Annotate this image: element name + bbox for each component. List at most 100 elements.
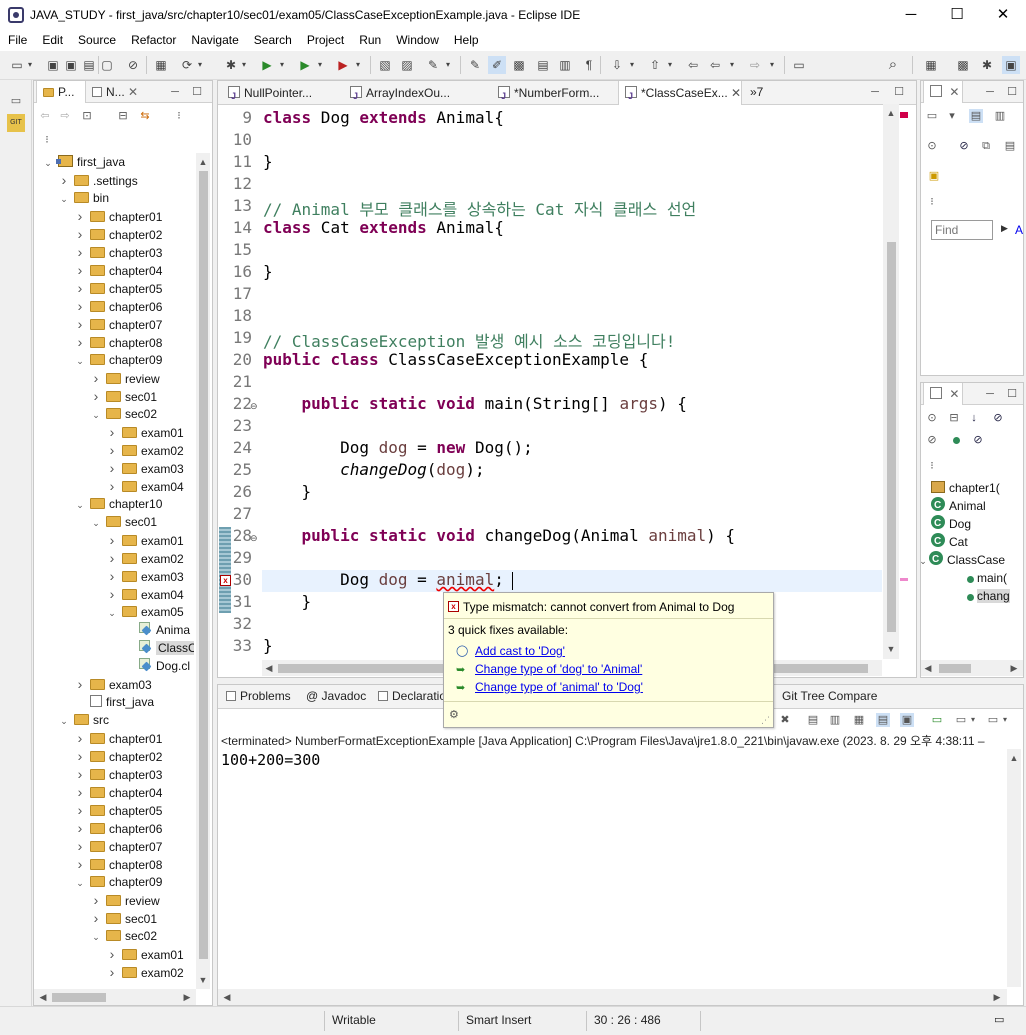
editor-tab[interactable]: NullPointer... xyxy=(222,81,342,108)
tree-vscroll[interactable]: ▲ ▼ xyxy=(196,153,210,989)
tree-item[interactable]: › chapter08 xyxy=(74,855,163,873)
tree-item[interactable]: › chapter04 xyxy=(74,783,163,801)
open-type-icon[interactable]: ▧ xyxy=(376,56,394,74)
git-icon[interactable]: GIT xyxy=(7,114,25,132)
chevron-right-icon[interactable]: › xyxy=(74,297,86,315)
tab-package-explorer[interactable]: P... xyxy=(36,81,86,103)
new-dropdown-icon[interactable]: ▾ xyxy=(28,56,36,74)
tree-item[interactable]: › exam01 xyxy=(106,531,184,549)
tree-item[interactable]: ⌄ chapter09 xyxy=(74,351,162,369)
up-icon[interactable]: ⊡ xyxy=(80,109,94,123)
close-tab-icon[interactable]: ✕ xyxy=(728,86,741,100)
chevron-right-icon[interactable]: › xyxy=(106,567,118,585)
tab-navigator[interactable]: N... ✕ xyxy=(86,81,142,103)
tab-problems[interactable]: Problems xyxy=(220,685,300,707)
minimize-button[interactable]: ─ xyxy=(888,0,934,30)
editor-tab[interactable]: ArrayIndexOu... xyxy=(344,81,490,108)
chevron-right-icon[interactable]: › xyxy=(74,675,86,693)
coverage-icon[interactable]: ▶ xyxy=(296,56,314,74)
tree-item[interactable]: › chapter05 xyxy=(74,279,163,297)
search-icon[interactable]: ⌕ xyxy=(884,56,902,74)
tree-item[interactable]: ⌄ sec01 xyxy=(90,513,157,531)
outline-item[interactable]: main( xyxy=(963,569,1007,587)
tree-item[interactable]: › exam03 xyxy=(106,459,184,477)
chevron-right-icon[interactable]: › xyxy=(74,747,86,765)
new-task-icon[interactable]: ▭ xyxy=(925,109,939,123)
tree-item[interactable]: ⌄ sec02 xyxy=(90,927,157,945)
chevron-down-icon[interactable]: ⌄ xyxy=(106,604,118,622)
menu-search[interactable]: Search xyxy=(246,30,299,47)
menu-help[interactable]: Help xyxy=(446,30,486,47)
chevron-right-icon[interactable]: › xyxy=(74,261,86,279)
sync-icon[interactable]: ⊙ xyxy=(925,139,939,153)
categorize-icon[interactable]: ▥ xyxy=(993,109,1007,123)
editor-vscroll[interactable]: ▲ ▼ xyxy=(883,104,899,659)
tree-item[interactable]: ⌄ first_java xyxy=(42,153,125,171)
tree-item[interactable]: › sec01 xyxy=(90,909,157,927)
tree-item[interactable]: › chapter08 xyxy=(74,333,163,351)
chevron-right-icon[interactable]: › xyxy=(74,207,86,225)
chevron-down-icon[interactable]: ⌄ xyxy=(90,514,102,532)
code-line[interactable]: changeDog(dog); xyxy=(263,460,485,479)
restore-icon[interactable]: ▭ xyxy=(9,94,23,108)
link-editor-icon[interactable]: ⇆ xyxy=(138,109,152,123)
chevron-down-icon[interactable]: ⌄ xyxy=(58,712,70,730)
status-insert-mode[interactable]: Smart Insert xyxy=(466,1007,531,1035)
collapse-outline-icon[interactable]: ⊟ xyxy=(947,411,961,425)
maximize-panel-icon[interactable]: ☐ xyxy=(190,85,204,99)
build-icon[interactable]: ▦ xyxy=(152,56,170,74)
outline-item[interactable]: Cat xyxy=(931,533,968,551)
tree-item[interactable]: › chapter01 xyxy=(74,207,163,225)
overview-error-marker[interactable] xyxy=(900,112,908,118)
chevron-right-icon[interactable]: › xyxy=(74,279,86,297)
tree-item[interactable]: ⌄ exam05 xyxy=(106,603,183,622)
chevron-right-icon[interactable]: › xyxy=(106,531,118,549)
external-tools-icon[interactable]: ▶ xyxy=(334,56,352,74)
status-trim-icon[interactable]: ▭ xyxy=(994,1007,1004,1035)
chevron-right-icon[interactable]: › xyxy=(90,909,102,927)
menu-edit[interactable]: Edit xyxy=(34,30,70,47)
outline-item[interactable]: Dog xyxy=(931,515,971,533)
tab-javadoc[interactable]: @ Javadoc xyxy=(300,685,370,707)
editor-vscroll-thumb[interactable] xyxy=(887,242,896,632)
tree-item[interactable]: › exam02 xyxy=(106,549,184,567)
task-dropdown-icon[interactable]: ▾ xyxy=(945,109,959,123)
pilcrow-icon[interactable]: ¶ xyxy=(580,56,598,74)
skip-breakpoints-icon[interactable]: ⊘ xyxy=(124,56,142,74)
status-cursor-position[interactable]: 30 : 26 : 486 xyxy=(594,1007,661,1035)
menu-refactor[interactable]: Refactor xyxy=(123,30,183,47)
show-whitespace-icon[interactable]: ▥ xyxy=(556,56,574,74)
code-line[interactable]: // ClassCaseException 발생 예시 소스 코딩입니다! xyxy=(263,328,675,352)
editor-tab[interactable]: *ClassCaseEx... ✕ xyxy=(618,81,742,108)
menu-project[interactable]: Project xyxy=(299,30,351,47)
tree-item[interactable]: ⌄ chapter09 xyxy=(74,873,162,891)
remove-launch-icon[interactable]: ▤ xyxy=(806,713,820,727)
tree-item[interactable]: › review xyxy=(90,891,160,909)
open-task-icon[interactable]: ▨ xyxy=(398,56,416,74)
hide-nonpublic-icon[interactable] xyxy=(953,437,960,444)
tab-git-tree-compare[interactable]: Git Tree Compare xyxy=(776,685,886,707)
console-icon[interactable]: ▢ xyxy=(98,56,116,74)
chevron-down-icon[interactable]: ⌄ xyxy=(921,552,929,570)
chevron-right-icon[interactable]: › xyxy=(74,801,86,819)
chevron-right-icon[interactable]: › xyxy=(90,369,102,387)
hide-icon[interactable]: ⊘ xyxy=(957,139,971,153)
tree-item[interactable]: Anima xyxy=(122,621,190,639)
menu-source[interactable]: Source xyxy=(70,30,123,47)
hide-fields-icon[interactable]: ⊘ xyxy=(991,411,1005,425)
pin-console-icon[interactable]: ▭ xyxy=(930,713,944,727)
word-wrap-icon[interactable]: ▤ xyxy=(534,56,552,74)
menu-run[interactable]: Run xyxy=(351,30,388,47)
tree-item[interactable]: › chapter02 xyxy=(74,225,163,243)
forward-nav-icon[interactable]: ⇨ xyxy=(58,109,72,123)
tree-item[interactable]: ⌄ sec02 xyxy=(90,405,157,423)
clear-console-icon[interactable]: ▦ xyxy=(852,713,866,727)
tree-item[interactable]: › chapter06 xyxy=(74,819,163,837)
chevron-down-icon[interactable]: ⌄ xyxy=(90,406,102,424)
code-line[interactable]: public static void main(String[] args) { xyxy=(263,394,687,413)
prev-annotation-icon[interactable]: ⇧ xyxy=(646,56,664,74)
console-output[interactable]: 100+200=300 xyxy=(221,751,320,769)
tree-item[interactable]: › exam03 xyxy=(106,567,184,585)
tree-item[interactable]: Dog.cl xyxy=(122,657,190,675)
tree-item[interactable]: › .settings xyxy=(58,171,138,189)
